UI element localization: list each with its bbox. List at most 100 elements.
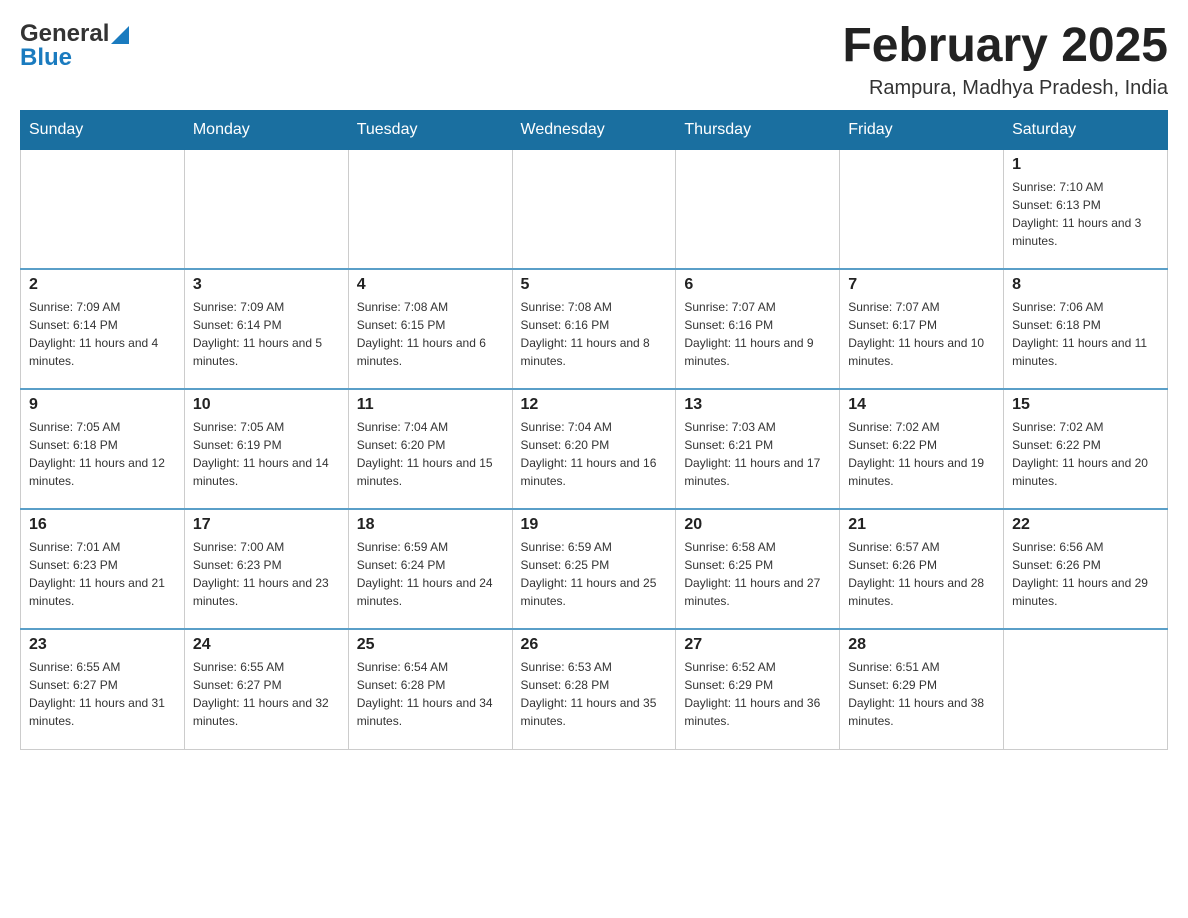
title-area: February 2025 Rampura, Madhya Pradesh, I… [842,20,1168,100]
day-info: Sunrise: 7:10 AMSunset: 6:13 PMDaylight:… [1012,178,1159,250]
day-info: Sunrise: 6:59 AMSunset: 6:25 PMDaylight:… [521,538,668,610]
weekday-header-saturday: Saturday [1004,110,1168,149]
day-number: 17 [193,516,340,534]
calendar-day-cell [676,149,840,269]
day-number: 3 [193,276,340,294]
calendar-day-cell [348,149,512,269]
day-number: 27 [684,636,831,654]
day-number: 19 [521,516,668,534]
weekday-header-thursday: Thursday [676,110,840,149]
day-number: 6 [684,276,831,294]
calendar-day-cell: 3 Sunrise: 7:09 AMSunset: 6:14 PMDaylight… [184,269,348,389]
location-title: Rampura, Madhya Pradesh, India [842,77,1168,100]
day-number: 7 [848,276,995,294]
day-number: 12 [521,396,668,414]
day-info: Sunrise: 6:56 AMSunset: 6:26 PMDaylight:… [1012,538,1159,610]
day-info: Sunrise: 7:08 AMSunset: 6:15 PMDaylight:… [357,298,504,370]
calendar-day-cell [184,149,348,269]
day-info: Sunrise: 7:03 AMSunset: 6:21 PMDaylight:… [684,418,831,490]
weekday-header-monday: Monday [184,110,348,149]
calendar-day-cell: 22 Sunrise: 6:56 AMSunset: 6:26 PMDayligh… [1004,509,1168,629]
day-info: Sunrise: 7:02 AMSunset: 6:22 PMDaylight:… [848,418,995,490]
calendar-day-cell: 10Sunrise: 7:05 AMSunset: 6:19 PMDayligh… [184,389,348,509]
day-info: Sunrise: 6:55 AMSunset: 6:27 PMDaylight:… [29,658,176,730]
page-header: General Blue February 2025 Rampura, Madh… [20,20,1168,100]
calendar-day-cell: 14 Sunrise: 7:02 AMSunset: 6:22 PMDayligh… [840,389,1004,509]
day-info: Sunrise: 6:53 AMSunset: 6:28 PMDaylight:… [521,658,668,730]
month-title: February 2025 [842,20,1168,73]
calendar-day-cell [512,149,676,269]
day-number: 2 [29,276,176,294]
day-number: 8 [1012,276,1159,294]
calendar-day-cell: 2Sunrise: 7:09 AMSunset: 6:14 PMDaylight… [21,269,185,389]
day-info: Sunrise: 6:54 AMSunset: 6:28 PMDaylight:… [357,658,504,730]
day-info: Sunrise: 7:05 AMSunset: 6:19 PMDaylight:… [193,418,340,490]
calendar-day-cell: 1 Sunrise: 7:10 AMSunset: 6:13 PMDaylight… [1004,149,1168,269]
day-number: 21 [848,516,995,534]
calendar-day-cell: 8Sunrise: 7:06 AMSunset: 6:18 PMDaylight… [1004,269,1168,389]
calendar-week-row: 16 Sunrise: 7:01 AMSunset: 6:23 PMDayligh… [21,509,1168,629]
day-number: 22 [1012,516,1159,534]
day-number: 26 [521,636,668,654]
day-info: Sunrise: 6:59 AMSunset: 6:24 PMDaylight:… [357,538,504,610]
calendar-day-cell [840,149,1004,269]
calendar-day-cell: 17 Sunrise: 7:00 AMSunset: 6:23 PMDayligh… [184,509,348,629]
calendar-week-row: 9 Sunrise: 7:05 AMSunset: 6:18 PMDaylight… [21,389,1168,509]
day-number: 16 [29,516,176,534]
calendar-day-cell: 23 Sunrise: 6:55 AMSunset: 6:27 PMDayligh… [21,629,185,749]
day-number: 24 [193,636,340,654]
day-info: Sunrise: 7:01 AMSunset: 6:23 PMDaylight:… [29,538,176,610]
day-number: 20 [684,516,831,534]
weekday-header-friday: Friday [840,110,1004,149]
day-info: Sunrise: 7:07 AMSunset: 6:17 PMDaylight:… [848,298,995,370]
calendar-day-cell: 28 Sunrise: 6:51 AMSunset: 6:29 PMDayligh… [840,629,1004,749]
day-number: 14 [848,396,995,414]
logo-blue-text: Blue [20,44,72,72]
calendar-day-cell: 4 Sunrise: 7:08 AMSunset: 6:15 PMDaylight… [348,269,512,389]
calendar-day-cell: 9 Sunrise: 7:05 AMSunset: 6:18 PMDaylight… [21,389,185,509]
calendar-day-cell: 21 Sunrise: 6:57 AMSunset: 6:26 PMDayligh… [840,509,1004,629]
day-info: Sunrise: 6:58 AMSunset: 6:25 PMDaylight:… [684,538,831,610]
calendar-day-cell [21,149,185,269]
day-info: Sunrise: 6:57 AMSunset: 6:26 PMDaylight:… [848,538,995,610]
day-number: 25 [357,636,504,654]
calendar-day-cell: 7 Sunrise: 7:07 AMSunset: 6:17 PMDaylight… [840,269,1004,389]
day-number: 1 [1012,156,1159,174]
day-number: 28 [848,636,995,654]
day-number: 18 [357,516,504,534]
calendar-week-row: 23 Sunrise: 6:55 AMSunset: 6:27 PMDayligh… [21,629,1168,749]
calendar-day-cell: 18 Sunrise: 6:59 AMSunset: 6:24 PMDayligh… [348,509,512,629]
calendar-day-cell: 19 Sunrise: 6:59 AMSunset: 6:25 PMDayligh… [512,509,676,629]
calendar-day-cell: 16 Sunrise: 7:01 AMSunset: 6:23 PMDayligh… [21,509,185,629]
calendar-week-row: 1 Sunrise: 7:10 AMSunset: 6:13 PMDaylight… [21,149,1168,269]
day-info: Sunrise: 7:09 AMSunset: 6:14 PMDaylight:… [193,298,340,370]
day-info: Sunrise: 7:04 AMSunset: 6:20 PMDaylight:… [357,418,504,490]
calendar-day-cell: 24Sunrise: 6:55 AMSunset: 6:27 PMDayligh… [184,629,348,749]
calendar-day-cell: 26 Sunrise: 6:53 AMSunset: 6:28 PMDayligh… [512,629,676,749]
calendar-day-cell: 27Sunrise: 6:52 AMSunset: 6:29 PMDayligh… [676,629,840,749]
day-number: 23 [29,636,176,654]
logo-triangle-icon [111,26,129,44]
calendar-day-cell: 13Sunrise: 7:03 AMSunset: 6:21 PMDayligh… [676,389,840,509]
day-number: 15 [1012,396,1159,414]
weekday-header-wednesday: Wednesday [512,110,676,149]
weekday-header-tuesday: Tuesday [348,110,512,149]
day-number: 9 [29,396,176,414]
day-info: Sunrise: 7:05 AMSunset: 6:18 PMDaylight:… [29,418,176,490]
calendar-day-cell: 6Sunrise: 7:07 AMSunset: 6:16 PMDaylight… [676,269,840,389]
calendar-day-cell: 25 Sunrise: 6:54 AMSunset: 6:28 PMDayligh… [348,629,512,749]
calendar-day-cell: 12Sunrise: 7:04 AMSunset: 6:20 PMDayligh… [512,389,676,509]
day-number: 11 [357,396,504,414]
weekday-header-row: SundayMondayTuesdayWednesdayThursdayFrid… [21,110,1168,149]
day-info: Sunrise: 7:08 AMSunset: 6:16 PMDaylight:… [521,298,668,370]
day-number: 5 [521,276,668,294]
logo: General Blue [20,20,129,72]
calendar-day-cell: 20 Sunrise: 6:58 AMSunset: 6:25 PMDayligh… [676,509,840,629]
weekday-header-sunday: Sunday [21,110,185,149]
day-number: 4 [357,276,504,294]
day-info: Sunrise: 6:51 AMSunset: 6:29 PMDaylight:… [848,658,995,730]
calendar-day-cell: 11 Sunrise: 7:04 AMSunset: 6:20 PMDayligh… [348,389,512,509]
calendar-day-cell: 15Sunrise: 7:02 AMSunset: 6:22 PMDayligh… [1004,389,1168,509]
day-info: Sunrise: 7:00 AMSunset: 6:23 PMDaylight:… [193,538,340,610]
calendar-day-cell: 5 Sunrise: 7:08 AMSunset: 6:16 PMDaylight… [512,269,676,389]
